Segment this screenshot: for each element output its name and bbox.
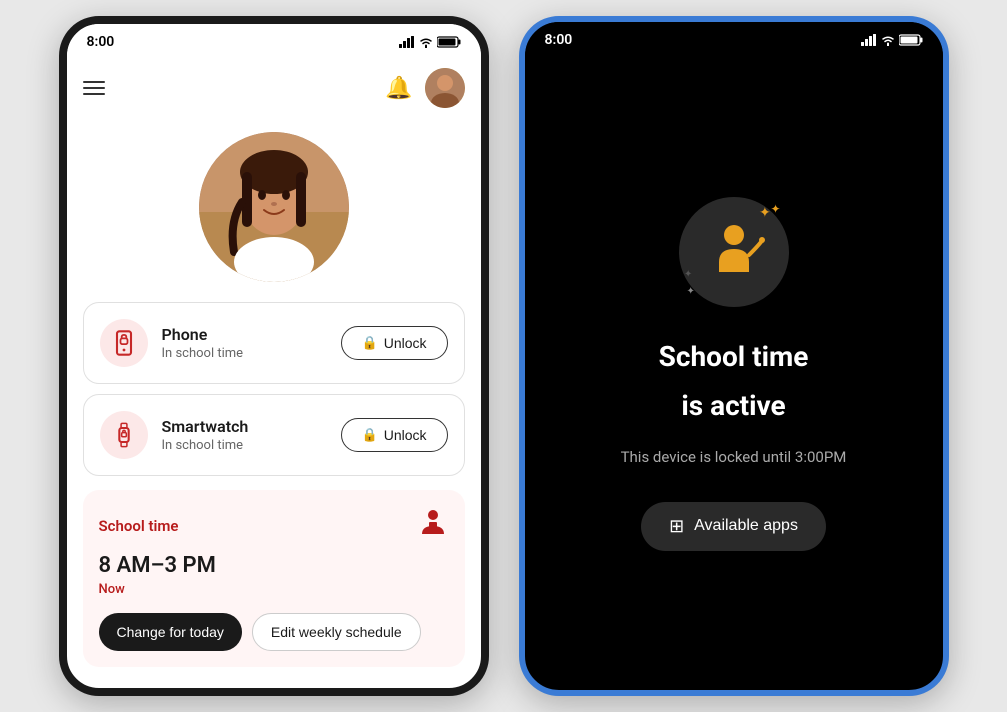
available-apps-label: Available apps	[694, 517, 798, 535]
smartwatch-unlock-button[interactable]: 🔒 Unlock	[341, 418, 448, 452]
lock-icon-watch: 🔒	[362, 427, 378, 443]
status-bar-right: 8:00	[525, 22, 943, 58]
avatar[interactable]	[425, 68, 465, 108]
battery-icon-dark	[899, 34, 923, 46]
bell-icon[interactable]: 🔔	[385, 76, 412, 101]
signal-icon-dark	[861, 34, 877, 46]
student-icon	[417, 506, 449, 538]
lock-icon-phone: 🔒	[362, 335, 378, 351]
wifi-icon-dark	[880, 34, 896, 46]
edit-schedule-button[interactable]: Edit weekly schedule	[252, 613, 421, 651]
now-label: Now	[99, 582, 449, 597]
dark-content: ✦ ✦ School time is active This device is…	[525, 58, 943, 690]
school-active-title: School time is active	[659, 339, 809, 436]
school-hours: 8 AM–3 PM	[99, 553, 449, 578]
time-right: 8:00	[545, 32, 573, 48]
hamburger-menu[interactable]	[83, 81, 105, 95]
school-actions: Change for today Edit weekly schedule	[99, 613, 449, 651]
phone-device-left: Phone In school time	[100, 319, 244, 367]
wifi-icon	[418, 36, 434, 48]
phone-icon-bg	[100, 319, 148, 367]
phone-locked-icon	[110, 329, 138, 357]
signal-icon	[399, 36, 415, 48]
available-apps-button[interactable]: ⊞ Available apps	[641, 502, 826, 551]
phone-device-info: Phone In school time	[162, 325, 244, 361]
avatar-image	[425, 68, 465, 108]
status-bar-left: 8:00	[67, 24, 481, 60]
profile-section	[67, 116, 481, 302]
smartwatch-icon-bg	[100, 411, 148, 459]
app-bar: 🔔	[67, 60, 481, 116]
phone-device-name: Phone	[162, 325, 244, 344]
svg-text:✦: ✦	[684, 269, 692, 280]
smartwatch-unlock-label: Unlock	[384, 427, 427, 443]
status-icons-right	[861, 34, 923, 46]
change-today-button[interactable]: Change for today	[99, 613, 242, 651]
phone-device-card: Phone In school time 🔒 Unlock	[83, 302, 465, 384]
watch-locked-icon	[110, 421, 138, 449]
title-line2: is active	[659, 388, 809, 424]
school-time-card: School time 8 AM–3 PM Now Change for tod…	[83, 490, 465, 667]
devices-section: Phone In school time 🔒 Unlock	[67, 302, 481, 476]
left-phone: 8:00 �	[59, 16, 489, 696]
school-icon	[417, 506, 449, 545]
right-phone: 8:00	[519, 16, 949, 696]
smartwatch-device-status: In school time	[162, 438, 249, 453]
smartwatch-device-card: Smartwatch In school time 🔒 Unlock	[83, 394, 465, 476]
time-left: 8:00	[87, 34, 115, 50]
phone-unlock-button[interactable]: 🔒 Unlock	[341, 326, 448, 360]
smartwatch-device-info: Smartwatch In school time	[162, 417, 249, 453]
school-time-label: School time	[99, 517, 179, 535]
school-icon-circle: ✦ ✦	[679, 197, 789, 307]
phone-unlock-label: Unlock	[384, 335, 427, 351]
battery-icon	[437, 36, 461, 48]
smartwatch-device-left: Smartwatch In school time	[100, 411, 249, 459]
status-icons-left	[399, 36, 461, 48]
app-bar-right: 🔔	[385, 68, 464, 108]
title-line1: School time	[659, 339, 809, 375]
apps-grid-icon: ⊞	[669, 516, 684, 537]
phone-device-status: In school time	[162, 346, 244, 361]
child-photo	[199, 132, 349, 282]
school-time-header: School time	[99, 506, 449, 545]
profile-photo	[199, 132, 349, 282]
school-active-icon	[699, 217, 769, 287]
locked-until-text: This device is locked until 3:00PM	[621, 448, 847, 466]
smartwatch-device-name: Smartwatch	[162, 417, 249, 436]
